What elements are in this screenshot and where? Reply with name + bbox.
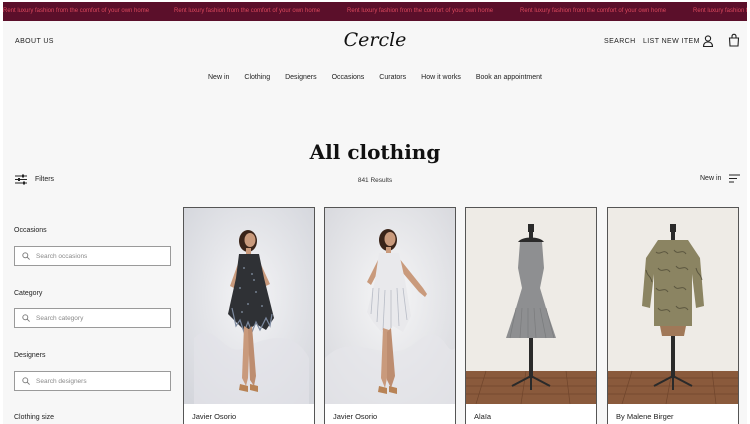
sort-button[interactable]: New in — [700, 174, 741, 183]
results-count: 841 Results — [357, 177, 393, 184]
facet-label-designers: Designers — [14, 352, 46, 359]
promo-message: Rent luxury fashion from the comfort of … — [347, 8, 494, 14]
facet-label-occasions: Occasions — [14, 227, 47, 234]
product-designer[interactable]: Javier Osorio — [333, 412, 377, 421]
page: Rent luxury fashion from the comfort of … — [3, 2, 747, 424]
promo-message: Rent luxury fashion from the comfort of … — [693, 8, 747, 14]
product-image[interactable] — [184, 208, 314, 404]
designers-search-input[interactable] — [36, 377, 166, 385]
search-icon — [22, 252, 30, 260]
product-card[interactable]: By Malene Birger — [607, 207, 739, 424]
user-icon[interactable] — [701, 34, 715, 48]
facet-label-clothing-size[interactable]: Clothing size — [14, 414, 54, 421]
nav-clothing[interactable]: Clothing — [244, 69, 270, 87]
nav-how-it-works[interactable]: How it works — [421, 69, 461, 87]
promo-message: Rent luxury fashion from the comfort of … — [174, 8, 321, 14]
product-image[interactable] — [608, 208, 738, 404]
occasions-search-input[interactable] — [36, 252, 166, 260]
product-designer[interactable]: Alaïa — [474, 412, 491, 421]
site-header: ABOUT US Cercle SEARCH LIST NEW ITEM — [3, 21, 747, 69]
nav-designers[interactable]: Designers — [285, 69, 317, 87]
facet-label-category: Category — [14, 290, 43, 297]
promo-message: Rent luxury fashion from the comfort of … — [520, 8, 667, 14]
designers-search-field[interactable] — [14, 371, 171, 391]
product-designer[interactable]: Javier Osorio — [192, 412, 236, 421]
promo-banner: Rent luxury fashion from the comfort of … — [3, 2, 747, 21]
nav-new-in[interactable]: New in — [208, 69, 229, 87]
product-card[interactable]: Javier Osorio — [324, 207, 456, 424]
nav-book-appointment[interactable]: Book an appointment — [476, 69, 542, 87]
shopping-bag-icon[interactable] — [727, 33, 741, 47]
product-card[interactable]: Alaïa — [465, 207, 597, 424]
sort-label: New in — [700, 175, 722, 182]
nav-occasions[interactable]: Occasions — [332, 69, 365, 87]
page-title: All clothing — [309, 140, 441, 164]
category-search-input[interactable] — [36, 314, 166, 322]
search-icon — [22, 314, 30, 322]
category-search-field[interactable] — [14, 308, 171, 328]
search-icon — [22, 377, 30, 385]
product-image[interactable] — [466, 208, 596, 404]
sort-icon — [729, 174, 741, 183]
product-image[interactable] — [325, 208, 455, 404]
promo-message: Rent luxury fashion from the comfort of … — [3, 8, 150, 14]
occasions-search-field[interactable] — [14, 246, 171, 266]
product-card[interactable]: Javier Osorio — [183, 207, 315, 424]
search-link[interactable]: SEARCH — [604, 38, 636, 45]
list-new-item-link[interactable]: LIST NEW ITEM — [643, 38, 700, 45]
product-designer[interactable]: By Malene Birger — [616, 412, 674, 421]
nav-curators[interactable]: Curators — [379, 69, 406, 87]
main-nav: New in Clothing Designers Occasions Cura… — [3, 69, 747, 87]
